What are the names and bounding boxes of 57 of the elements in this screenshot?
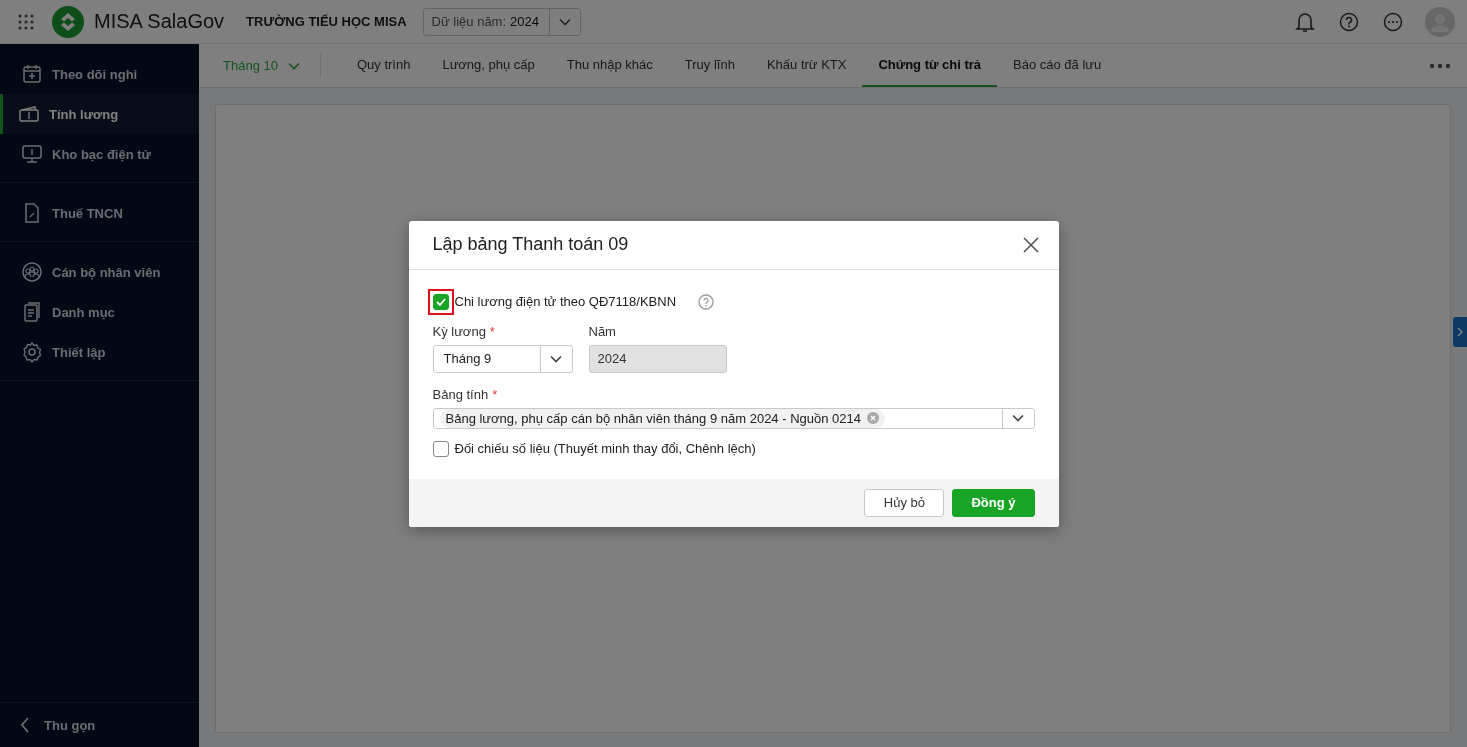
money-icon [18,103,40,125]
checkbox-label: Chi lương điện tử theo QĐ7118/KBNN [454,294,677,309]
sidebar-item[interactable]: Danh mục [0,292,199,332]
sidebar-item[interactable]: Theo dõi nghỉ [0,54,199,94]
caret-icon [287,61,300,70]
more-icon[interactable] [1429,62,1451,69]
sidebar-item[interactable]: Kho bạc điện tử [0,134,199,174]
list-document-icon [21,301,43,323]
confirm-button[interactable]: Đồng ý [952,488,1035,517]
field-label: Bảng tính [432,386,489,402]
app-grid-icon[interactable] [18,13,34,30]
collapse-button[interactable]: Thu gọn [0,702,199,747]
caret-icon [1012,414,1024,422]
remove-icon[interactable] [867,412,879,424]
caret-icon [559,17,571,26]
help-icon[interactable] [698,293,715,310]
year-select[interactable]: Dữ liệu năm: 2024 [422,7,581,36]
tab[interactable]: Chứng từ chi trả [862,44,998,87]
period-select[interactable]: Tháng 9 [432,344,573,373]
close-icon[interactable] [1022,236,1039,253]
tab[interactable]: Truy lĩnh [668,44,751,87]
bell-icon[interactable] [1295,10,1315,33]
tab[interactable]: Quy trình [340,44,427,87]
caret-icon [550,354,562,363]
dialog-title: Lập bảng Thanh toán 09 [432,234,629,255]
required-mark: * [489,323,495,339]
checkbox[interactable] [432,293,449,310]
help-icon[interactable] [1339,11,1359,32]
tab[interactable]: Khấu trừ KTX [750,44,863,87]
sidebar-item[interactable]: Thuế TNCN [0,193,199,233]
more-icon[interactable] [1383,11,1403,32]
field-label: Kỳ lương [432,323,486,339]
app-name: MISA SalaGov [94,10,225,33]
logo-icon [52,5,84,38]
sidebar-item[interactable]: Thiết lập [0,332,199,372]
expand-panel-button[interactable] [1453,317,1467,347]
month-select[interactable]: Tháng 10 [223,54,321,77]
check-icon [435,297,446,306]
tab[interactable]: Thu nhập khác [550,44,669,87]
required-mark: * [492,386,498,402]
sidebar-item[interactable]: Cán bộ nhân viên [0,252,199,292]
checkbox-label: Đối chiếu số liệu (Thuyết minh thay đổi, Chênh lệch) [454,441,756,456]
cancel-button[interactable]: Hủy bỏ [864,488,945,517]
sidebar-item[interactable]: Tính lương [0,94,199,134]
chevron-right-icon [1457,327,1463,337]
people-icon [21,261,43,283]
tab[interactable]: Báo cáo đã lưu [997,44,1118,87]
checkbox[interactable] [432,440,449,457]
settings-icon [21,341,43,363]
tab[interactable]: Lương, phụ cấp [426,44,551,87]
organization-name: TRƯỜNG TIỂU HỌC MISA [246,14,407,29]
chevron-left-icon [20,717,30,733]
field-label: Năm [588,323,616,339]
monitor-icon [21,143,43,165]
calendar-icon [21,63,43,85]
selected-tag: Bảng lương, phụ cấp cán bộ nhân viên tháng 9 năm 2024 - Nguồn 0214 [439,408,885,428]
sheet-select[interactable]: Bảng lương, phụ cấp cán bộ nhân viên tháng 9 năm 2024 - Nguồn 0214 [432,407,1035,429]
